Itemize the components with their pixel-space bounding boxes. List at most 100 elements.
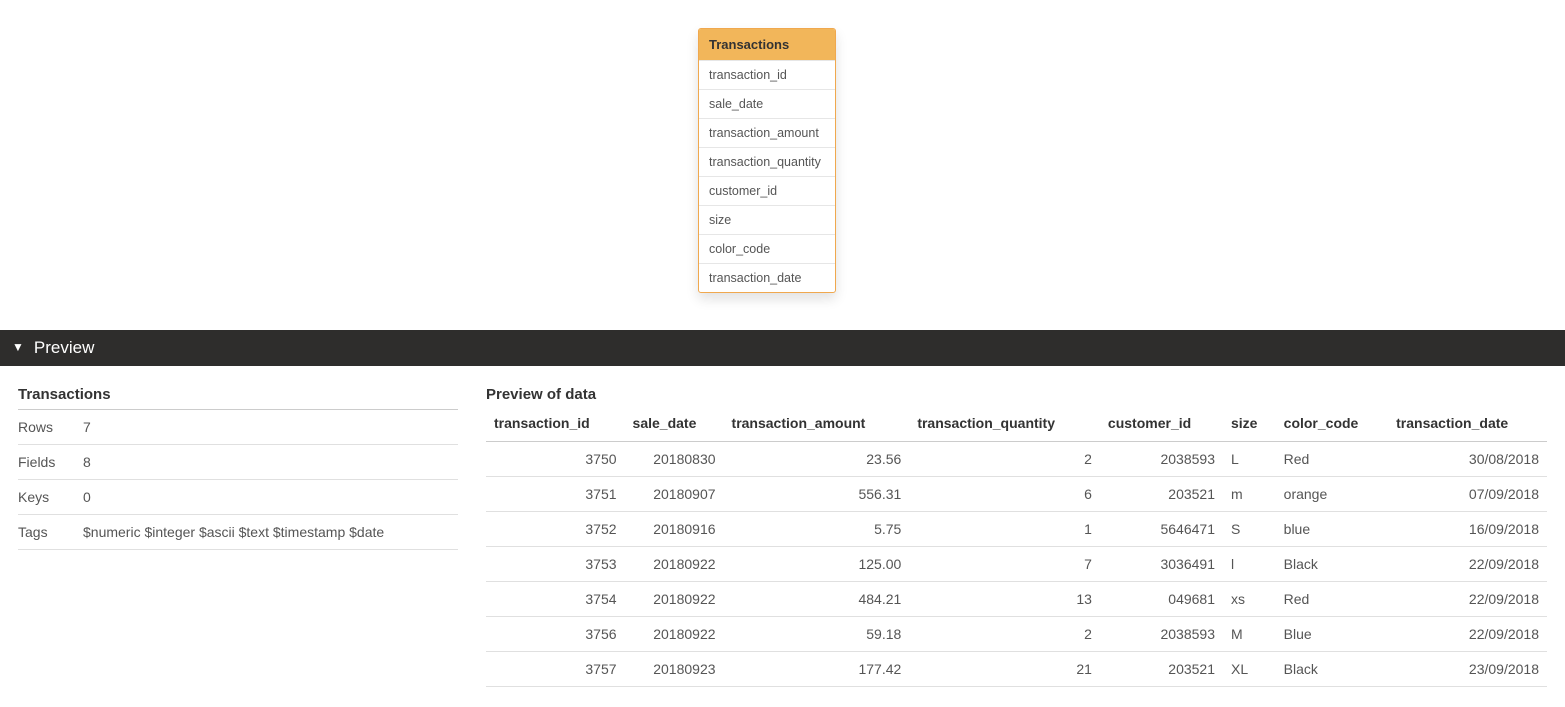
table-cell: 3750 — [486, 442, 625, 477]
table-cell: 22/09/2018 — [1388, 617, 1547, 652]
table-card-field[interactable]: size — [699, 205, 835, 234]
table-cell: 5.75 — [724, 512, 910, 547]
column-header[interactable]: customer_id — [1100, 409, 1223, 442]
column-header[interactable]: transaction_quantity — [909, 409, 1100, 442]
meta-row-rows: Rows 7 — [18, 410, 458, 445]
table-cell: 3752 — [486, 512, 625, 547]
table-card-field[interactable]: sale_date — [699, 89, 835, 118]
table-cell: xs — [1223, 582, 1276, 617]
table-cell: L — [1223, 442, 1276, 477]
table-cell: 59.18 — [724, 617, 910, 652]
table-cell: Black — [1276, 547, 1388, 582]
table-cell: 049681 — [1100, 582, 1223, 617]
table-cell: 21 — [909, 652, 1100, 687]
table-cell: S — [1223, 512, 1276, 547]
meta-row-keys: Keys 0 — [18, 480, 458, 515]
meta-label: Keys — [18, 489, 83, 505]
table-row[interactable]: 37502018083023.5622038593LRed30/08/2018 — [486, 442, 1547, 477]
table-cell: 20180922 — [625, 582, 724, 617]
table-cell: 30/08/2018 — [1388, 442, 1547, 477]
table-cell: 3753 — [486, 547, 625, 582]
table-row[interactable]: 375720180923177.4221203521XLBlack23/09/2… — [486, 652, 1547, 687]
meta-label: Tags — [18, 524, 83, 540]
column-header[interactable]: transaction_date — [1388, 409, 1547, 442]
table-cell: Red — [1276, 442, 1388, 477]
table-card-header[interactable]: Transactions — [699, 29, 835, 60]
table-row[interactable]: 375320180922125.0073036491lBlack22/09/20… — [486, 547, 1547, 582]
table-cell: 20180922 — [625, 547, 724, 582]
column-header[interactable]: transaction_id — [486, 409, 625, 442]
table-cell: 3757 — [486, 652, 625, 687]
table-cell: 203521 — [1100, 477, 1223, 512]
table-cell: 20180923 — [625, 652, 724, 687]
table-cell: 2 — [909, 617, 1100, 652]
table-cell: 5646471 — [1100, 512, 1223, 547]
table-cell: 13 — [909, 582, 1100, 617]
table-cell: m — [1223, 477, 1276, 512]
data-preview-table: transaction_idsale_datetransaction_amoun… — [486, 409, 1547, 687]
table-cell: 3754 — [486, 582, 625, 617]
table-row[interactable]: 375420180922484.2113049681xsRed22/09/201… — [486, 582, 1547, 617]
column-header[interactable]: color_code — [1276, 409, 1388, 442]
table-cell: 7 — [909, 547, 1100, 582]
table-cell: 2038593 — [1100, 617, 1223, 652]
meta-label: Fields — [18, 454, 83, 470]
table-card-field[interactable]: transaction_amount — [699, 118, 835, 147]
meta-value: 7 — [83, 419, 458, 435]
table-cell: 23/09/2018 — [1388, 652, 1547, 687]
table-cell: Black — [1276, 652, 1388, 687]
preview-label: Preview — [34, 338, 94, 358]
table-card-field[interactable]: transaction_id — [699, 60, 835, 89]
table-row[interactable]: 375120180907556.316203521morange07/09/20… — [486, 477, 1547, 512]
table-cell: 07/09/2018 — [1388, 477, 1547, 512]
meta-value: 0 — [83, 489, 458, 505]
table-card-field[interactable]: customer_id — [699, 176, 835, 205]
meta-title: Transactions — [18, 386, 458, 410]
table-cell: 2038593 — [1100, 442, 1223, 477]
meta-value: 8 — [83, 454, 458, 470]
table-card-field[interactable]: transaction_quantity — [699, 147, 835, 176]
table-cell: M — [1223, 617, 1276, 652]
table-cell: 484.21 — [724, 582, 910, 617]
meta-row-tags: Tags $numeric $integer $ascii $text $tim… — [18, 515, 458, 550]
table-row[interactable]: 37562018092259.1822038593MBlue22/09/2018 — [486, 617, 1547, 652]
table-cell: 20180907 — [625, 477, 724, 512]
collapse-icon: ▼ — [12, 340, 24, 354]
table-cell: 2 — [909, 442, 1100, 477]
table-cell: orange — [1276, 477, 1388, 512]
meta-row-fields: Fields 8 — [18, 445, 458, 480]
table-cell: 20180922 — [625, 617, 724, 652]
table-cell: 203521 — [1100, 652, 1223, 687]
table-cell: 23.56 — [724, 442, 910, 477]
table-cell: Red — [1276, 582, 1388, 617]
table-cell: 22/09/2018 — [1388, 582, 1547, 617]
column-header[interactable]: transaction_amount — [724, 409, 910, 442]
meta-panel: Transactions Rows 7 Fields 8 Keys 0 Tags… — [18, 386, 458, 687]
table-cell: 3751 — [486, 477, 625, 512]
table-card-transactions[interactable]: Transactions transaction_idsale_datetran… — [698, 28, 836, 293]
table-cell: 3756 — [486, 617, 625, 652]
table-cell: 125.00 — [724, 547, 910, 582]
meta-label: Rows — [18, 419, 83, 435]
table-cell: 1 — [909, 512, 1100, 547]
model-canvas[interactable]: Transactions transaction_idsale_datetran… — [0, 0, 1565, 330]
table-cell: 20180830 — [625, 442, 724, 477]
table-cell: XL — [1223, 652, 1276, 687]
preview-toggle-bar[interactable]: ▼ Preview — [0, 330, 1565, 366]
table-cell: 177.42 — [724, 652, 910, 687]
table-card-field[interactable]: transaction_date — [699, 263, 835, 292]
table-cell: 22/09/2018 — [1388, 547, 1547, 582]
table-cell: Blue — [1276, 617, 1388, 652]
table-card-field[interactable]: color_code — [699, 234, 835, 263]
table-cell: 20180916 — [625, 512, 724, 547]
column-header[interactable]: sale_date — [625, 409, 724, 442]
column-header[interactable]: size — [1223, 409, 1276, 442]
data-preview-panel: Preview of data transaction_idsale_datet… — [486, 386, 1547, 687]
data-preview-title: Preview of data — [486, 386, 1547, 409]
table-row[interactable]: 3752201809165.7515646471Sblue16/09/2018 — [486, 512, 1547, 547]
table-cell: 16/09/2018 — [1388, 512, 1547, 547]
table-cell: 6 — [909, 477, 1100, 512]
table-cell: 3036491 — [1100, 547, 1223, 582]
table-cell: blue — [1276, 512, 1388, 547]
meta-value: $numeric $integer $ascii $text $timestam… — [83, 524, 458, 540]
